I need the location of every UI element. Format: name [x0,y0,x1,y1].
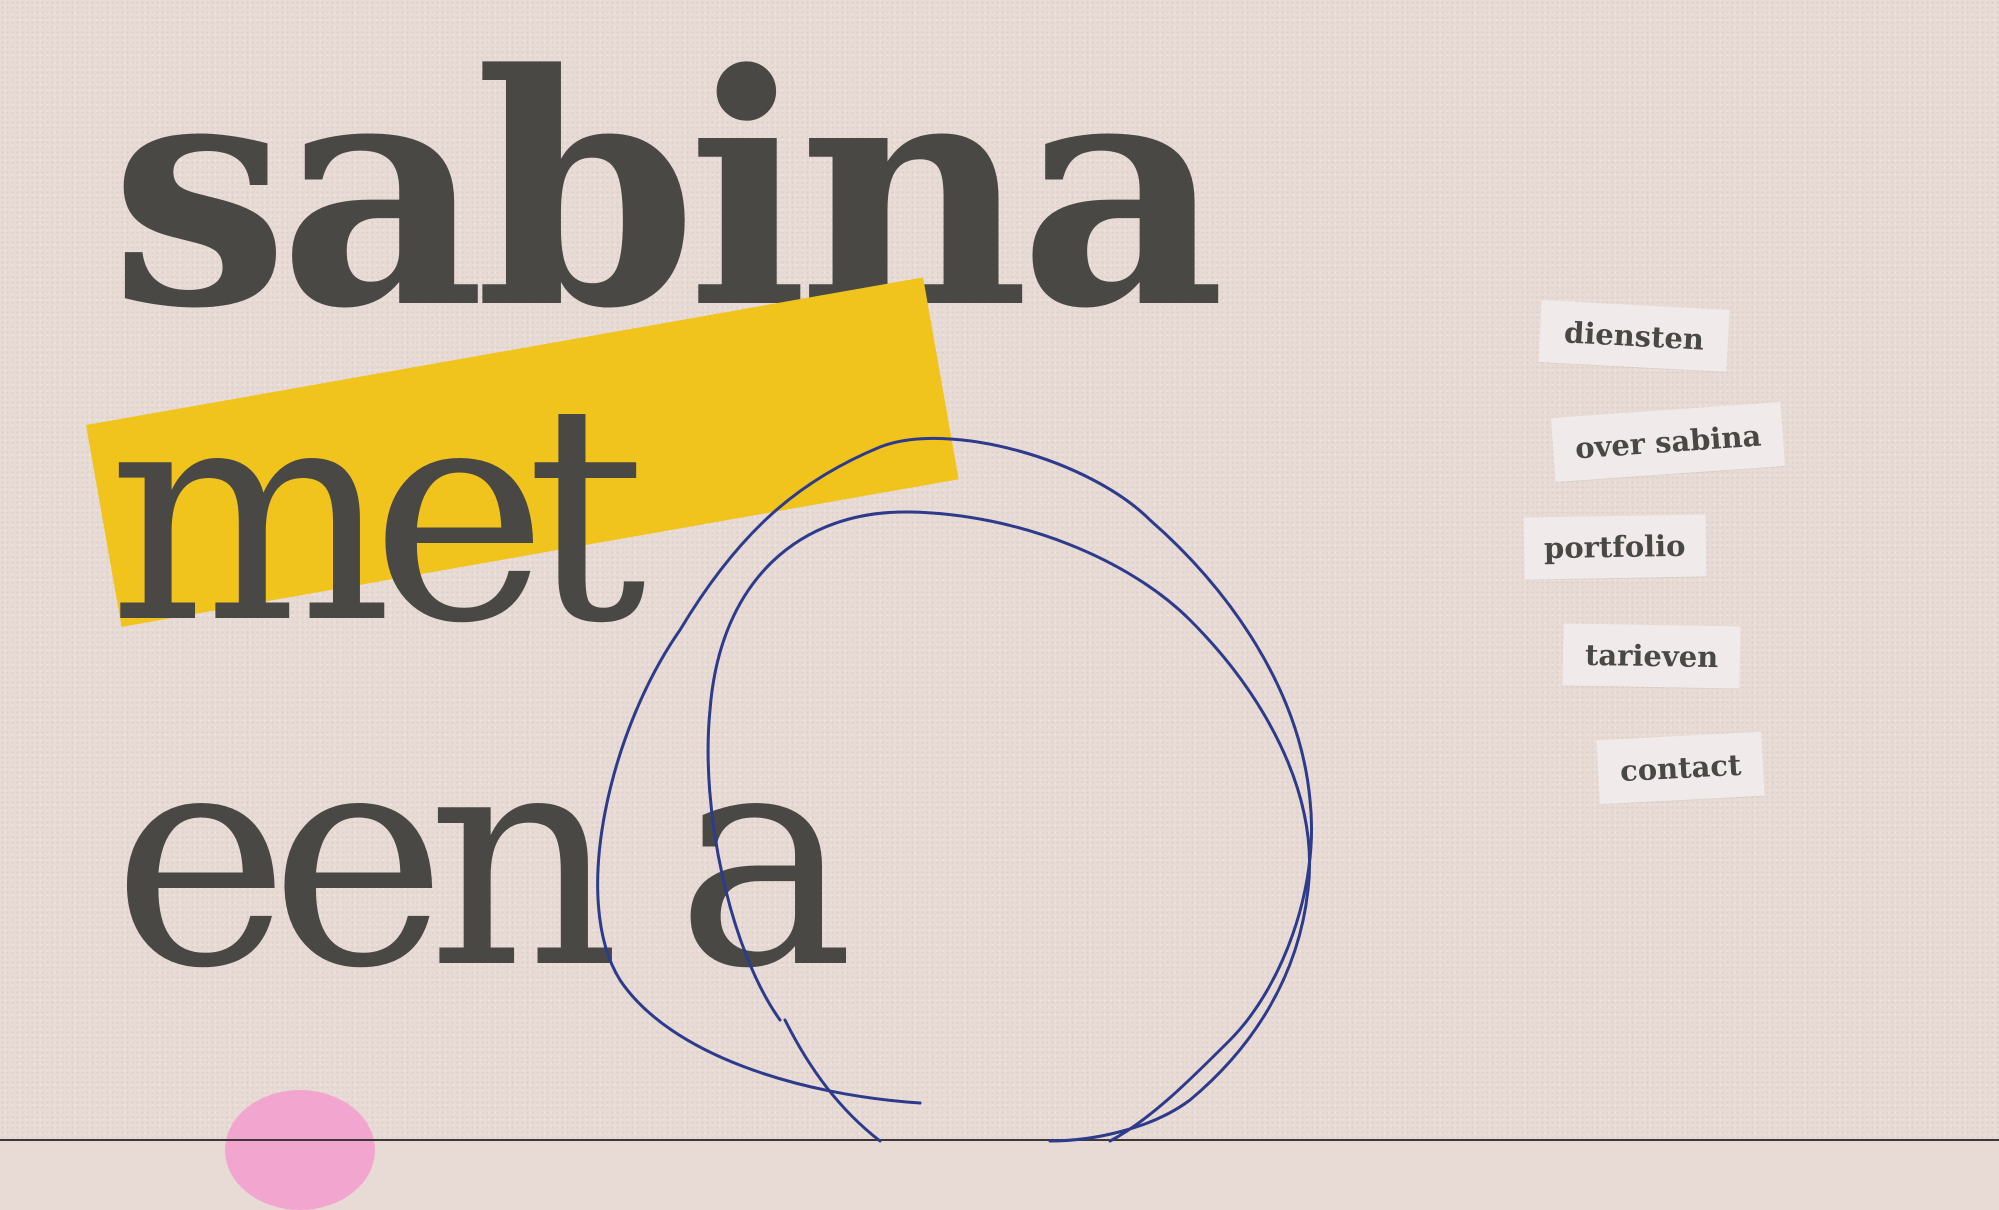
nav-item-over-sabina[interactable]: over sabina [1551,402,1786,482]
main-navigation: diensten over sabina portfolio tarieven … [1500,280,1830,840]
nav-item-portfolio[interactable]: portfolio [1523,514,1707,580]
nav-item-diensten[interactable]: diensten [1538,300,1730,372]
hero-line-1: sabina [110,4,1225,378]
hero-headline: sabina met een a [0,0,1400,1210]
scribble-circle-icon [596,436,1314,1143]
pink-dot-decoration [225,1090,375,1210]
hero-line-2: met [108,340,647,689]
nav-item-contact[interactable]: contact [1596,731,1765,805]
nav-item-tarieven[interactable]: tarieven [1562,623,1741,689]
